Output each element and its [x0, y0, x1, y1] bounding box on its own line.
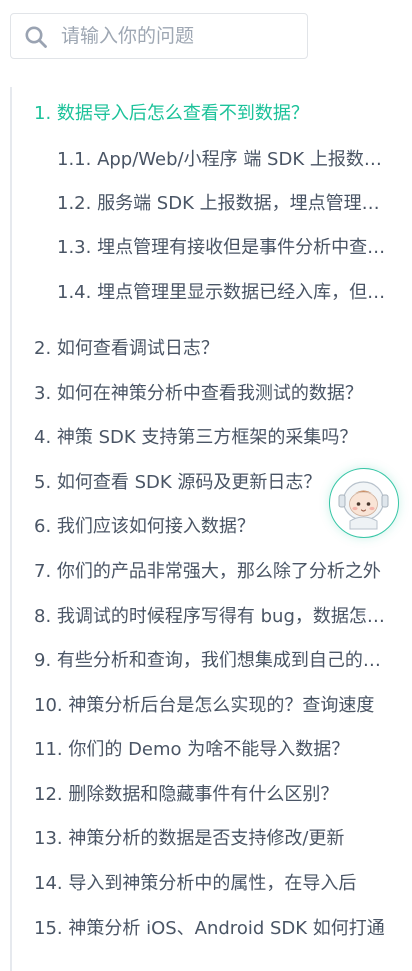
toc-item-12[interactable]: 12. 删除数据和隐藏事件有什么区别？: [34, 782, 392, 808]
toc-item-13[interactable]: 13. 神策分析的数据是否支持修改/更新: [34, 826, 392, 852]
assistant-avatar-icon: [338, 481, 389, 530]
toc-item-3[interactable]: 3. 如何在神策分析中查看我测试的数据？: [34, 381, 392, 407]
toc-item-9[interactable]: 9. 有些分析和查询，我们想集成到自己的系统: [34, 648, 392, 674]
assistant-avatar-button[interactable]: [329, 468, 399, 538]
toc-item-15[interactable]: 15. 神策分析 iOS、Android SDK 如何打通: [34, 916, 392, 942]
toc-item-1-1[interactable]: 1.1. App/Web/小程序 端 SDK 上报数据，埋点管理无数据: [57, 147, 393, 173]
toc-item-7[interactable]: 7. 你们的产品非常强大，那么除了分析之外: [34, 559, 392, 585]
search-icon: [25, 26, 47, 48]
search-box[interactable]: [10, 13, 308, 59]
search-input[interactable]: [61, 14, 301, 58]
toc-item-11[interactable]: 11. 你们的 Demo 为啥不能导入数据？: [34, 737, 392, 763]
toc-item-1-4[interactable]: 1.4. 埋点管理里显示数据已经入库，但是查不到: [57, 280, 393, 306]
toc-item-10[interactable]: 10. 神策分析后台是怎么实现的？查询速度: [34, 693, 392, 719]
toc-item-1[interactable]: 1. 数据导入后怎么查看不到数据？: [34, 101, 392, 127]
toc-item-2[interactable]: 2. 如何查看调试日志？: [34, 336, 392, 362]
toc-item-4[interactable]: 4. 神策 SDK 支持第三方框架的采集吗？: [34, 425, 392, 451]
toc-item-1-2[interactable]: 1.2. 服务端 SDK 上报数据，埋点管理无数据: [57, 191, 393, 217]
toc-item-1-3[interactable]: 1.3. 埋点管理有接收但是事件分析中查不到数据: [57, 235, 393, 261]
toc-item-14[interactable]: 14. 导入到神策分析中的属性，在导入后: [34, 871, 392, 897]
toc-item-8[interactable]: 8. 我调试的时候程序写得有 bug，数据怎么删除: [34, 604, 392, 630]
